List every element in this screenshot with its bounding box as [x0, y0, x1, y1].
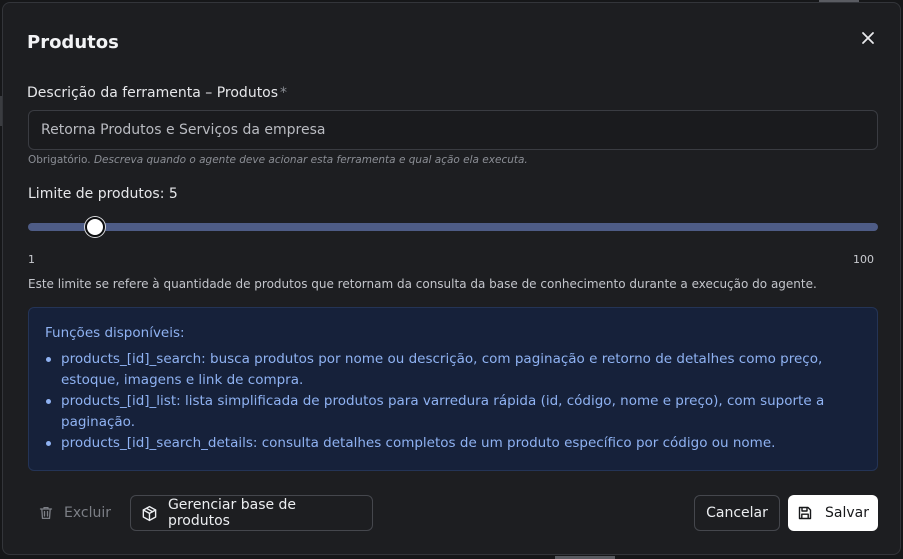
description-label: Descrição da ferramenta – Produtos * — [27, 85, 287, 101]
delete-label: Excluir — [64, 505, 111, 521]
limit-note: Este limite se refere à quantidade de pr… — [28, 277, 817, 291]
functions-panel: Funções disponíveis: products_[id]_searc… — [28, 307, 878, 471]
description-hint: Obrigatório. Descreva quando o agente de… — [28, 154, 528, 166]
limit-label: Limite de produtos: 5 — [28, 186, 178, 202]
slider-min-label: 1 — [28, 253, 35, 266]
close-button[interactable] — [857, 27, 879, 49]
package-icon — [142, 505, 157, 521]
manage-products-button[interactable]: Gerenciar base de produtos — [130, 495, 373, 531]
products-dialog: Produtos Descrição da ferramenta – Produ… — [2, 2, 901, 555]
manage-label: Gerenciar base de produtos — [167, 497, 297, 529]
hint-text: Descreva quando o agente deve acionar es… — [93, 154, 528, 166]
trash-icon — [39, 506, 53, 520]
cancel-button[interactable]: Cancelar — [694, 495, 780, 531]
close-icon — [862, 32, 874, 44]
cancel-label: Cancelar — [706, 505, 768, 521]
function-item: products_[id]_list: lista simplificada d… — [45, 391, 861, 433]
dialog-title: Produtos — [27, 32, 119, 53]
function-item: products_[id]_search: busca produtos por… — [45, 349, 861, 391]
functions-title: Funções disponíveis: — [45, 325, 185, 341]
delete-button[interactable]: Excluir — [28, 495, 121, 531]
slider-max-label: 100 — [853, 253, 874, 266]
hint-required: Obrigatório. — [28, 154, 91, 166]
save-button[interactable]: Salvar — [788, 495, 878, 531]
limit-slider-thumb[interactable] — [85, 217, 106, 237]
save-icon — [798, 506, 812, 520]
functions-list: products_[id]_search: busca produtos por… — [45, 349, 861, 454]
description-label-text: Descrição da ferramenta – Produtos — [27, 85, 279, 101]
save-label: Salvar — [825, 505, 869, 521]
limit-slider-track[interactable] — [28, 223, 878, 231]
description-input[interactable] — [28, 110, 878, 150]
function-item: products_[id]_search_details: consulta d… — [45, 433, 861, 454]
required-mark: * — [280, 85, 288, 101]
